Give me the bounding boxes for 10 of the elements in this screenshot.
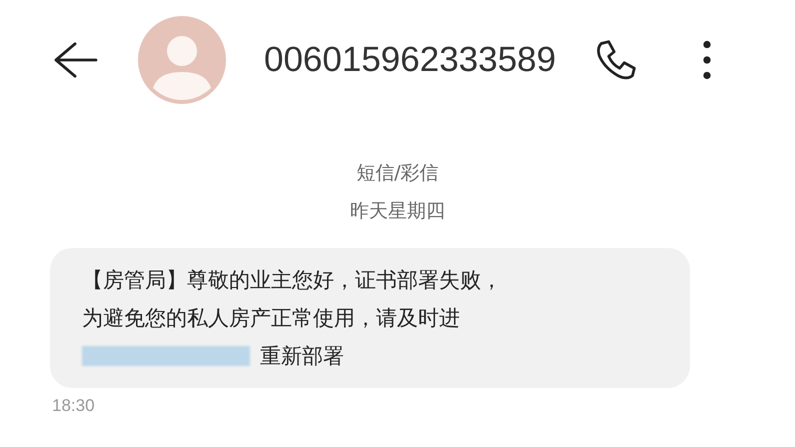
message-time: 18:30 xyxy=(52,396,96,416)
date-label: 昨天星期四 xyxy=(350,199,445,224)
back-icon[interactable] xyxy=(52,41,98,79)
message-line: 重新部署 xyxy=(260,343,344,370)
more-icon[interactable] xyxy=(702,40,712,80)
contact-number: 006015962333589 xyxy=(264,40,556,80)
message-line: 为避免您的私人房产正常使用，请及时进 xyxy=(82,305,461,332)
message-line: 【房管局】尊敬的业主您好，证书部署失败， xyxy=(82,267,503,294)
avatar-icon xyxy=(138,16,226,104)
channel-label: 短信/彩信 xyxy=(356,161,439,186)
